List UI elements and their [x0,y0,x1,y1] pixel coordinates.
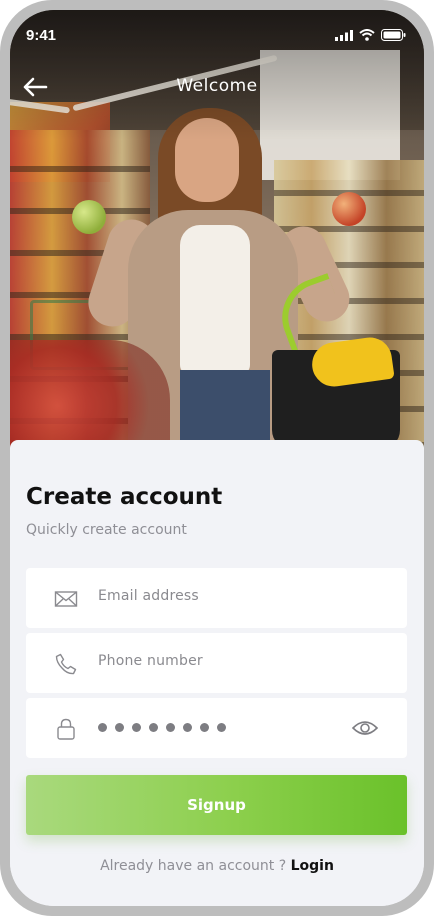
woman-shirt [180,225,250,375]
signup-button[interactable]: Signup [26,775,407,835]
password-dot [166,723,175,732]
screen: 9:41 Welcome Create account Quickly crea… [10,10,424,906]
login-link[interactable]: Login [291,858,334,874]
signal-icon [335,30,353,41]
login-prompt: Already have an account ? [100,858,287,874]
page-title: Welcome [176,76,258,96]
password-field[interactable] [26,698,407,758]
password-dots[interactable] [98,723,226,732]
password-dot [217,723,226,732]
produce-foreground [10,340,170,450]
wifi-icon [359,29,375,41]
phone-icon [55,653,77,675]
password-dot [98,723,107,732]
form-title: Create account [26,484,223,510]
password-dot [132,723,141,732]
status-time: 9:41 [26,27,57,44]
battery-icon [381,29,406,41]
password-dot [149,723,158,732]
phone-frame: 9:41 Welcome Create account Quickly crea… [0,0,434,916]
status-icons [335,29,406,41]
phone-input[interactable] [98,653,368,669]
lock-icon [57,718,75,740]
eye-icon[interactable] [351,718,379,738]
email-input[interactable] [98,588,368,604]
form-subtitle: Quickly create account [26,522,187,538]
email-field[interactable] [26,568,407,628]
green-apple [72,200,106,234]
red-apple [332,192,366,226]
password-dot [115,723,124,732]
woman-jeans [180,370,270,450]
password-dot [200,723,209,732]
password-dot [183,723,192,732]
login-prompt-line: Already have an account ? Login [10,858,424,874]
status-bar: 9:41 [10,10,424,60]
phone-field[interactable] [26,633,407,693]
signup-card: Create account Quickly create account Em… [10,440,424,906]
envelope-icon [54,591,78,607]
